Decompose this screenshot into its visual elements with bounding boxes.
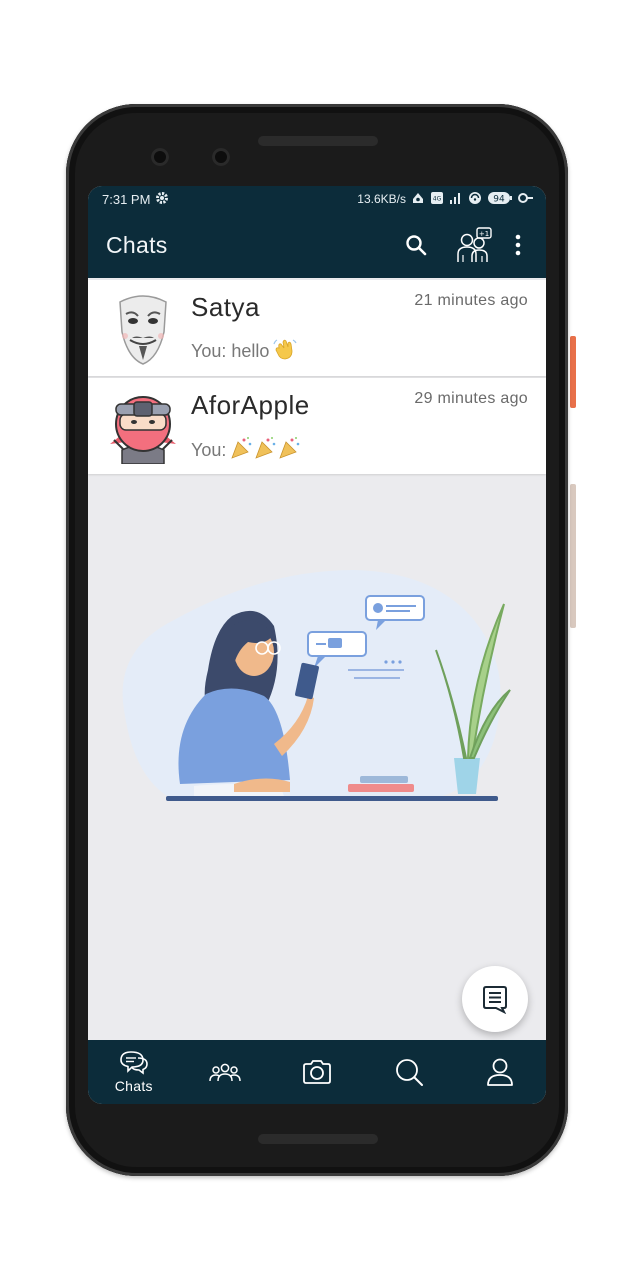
chat-list: Satya 21 minutes ago You: hello AforAppl… (88, 280, 546, 476)
page-title: Chats (106, 231, 168, 258)
search-button[interactable] (396, 225, 436, 265)
front-camera (151, 148, 169, 166)
nav-chats[interactable]: Chats (94, 1040, 174, 1104)
new-chat-fab[interactable] (462, 966, 528, 1032)
earpiece-speaker (258, 136, 378, 146)
power-button (570, 336, 576, 408)
ninja-avatar (106, 390, 180, 465)
nav-profile[interactable] (460, 1040, 540, 1104)
svg-text:4G: 4G (433, 195, 442, 202)
more-options-button[interactable] (506, 225, 530, 265)
front-sensor (212, 148, 230, 166)
more-vert-icon (515, 234, 521, 256)
wifi-icon (468, 191, 482, 208)
chat-bubbles-icon (119, 1051, 148, 1075)
chat-preview-text: You: hello (191, 341, 270, 361)
chat-name: Satya (191, 292, 260, 322)
search-icon (406, 235, 427, 256)
bottom-navigation: Chats (88, 1040, 546, 1104)
chat-timestamp: 29 minutes ago (414, 390, 528, 407)
chat-preview: You: hello (191, 338, 297, 365)
waving-hand-emoji-icon (273, 338, 297, 365)
volume-button (570, 484, 576, 628)
search-icon (395, 1059, 423, 1086)
camera-icon (303, 1060, 331, 1084)
chat-item-satya[interactable]: Satya 21 minutes ago You: hello (88, 280, 546, 376)
empty-state-illustration (114, 560, 514, 810)
bottom-speaker (258, 1134, 378, 1144)
net-speed: 13.6KB/s (357, 192, 406, 206)
chat-timestamp: 21 minutes ago (414, 292, 528, 309)
party-popper-emoji-icon (230, 436, 302, 465)
nav-camera[interactable] (277, 1040, 357, 1104)
chat-name: AforApple (191, 390, 310, 420)
app-bar: Chats +1 (88, 212, 546, 278)
volte-icon: 4G (430, 191, 444, 208)
status-time: 7:31 PM (102, 191, 151, 207)
chat-preview: You: (191, 436, 302, 465)
contacts-button[interactable]: +1 (454, 225, 494, 265)
nav-groups[interactable] (185, 1040, 265, 1104)
chat-item-aforapple[interactable]: AforApple 29 minutes ago You: (88, 378, 546, 474)
nav-chats-label: Chats (114, 1078, 153, 1094)
nav-search[interactable] (369, 1040, 449, 1104)
signal-icon (449, 191, 463, 208)
sync-icon (411, 191, 425, 208)
chat-preview-text: You: (191, 440, 227, 460)
new-message-icon (483, 986, 507, 1014)
status-bar: 7:31 PM 13.6KB/s 4G 94 (88, 186, 546, 212)
contacts-badge-icon: +1 (457, 227, 492, 262)
screen: 7:31 PM 13.6KB/s 4G 94 Chats +1 Satya 21… (88, 186, 546, 1104)
svg-text:+1: +1 (479, 230, 489, 238)
mask-avatar (106, 292, 180, 366)
svg-text:94: 94 (493, 194, 505, 204)
key-icon (518, 191, 534, 208)
person-icon (487, 1058, 514, 1086)
battery-icon: 94 (487, 191, 513, 208)
gear-icon (155, 191, 169, 208)
group-icon (209, 1063, 242, 1082)
